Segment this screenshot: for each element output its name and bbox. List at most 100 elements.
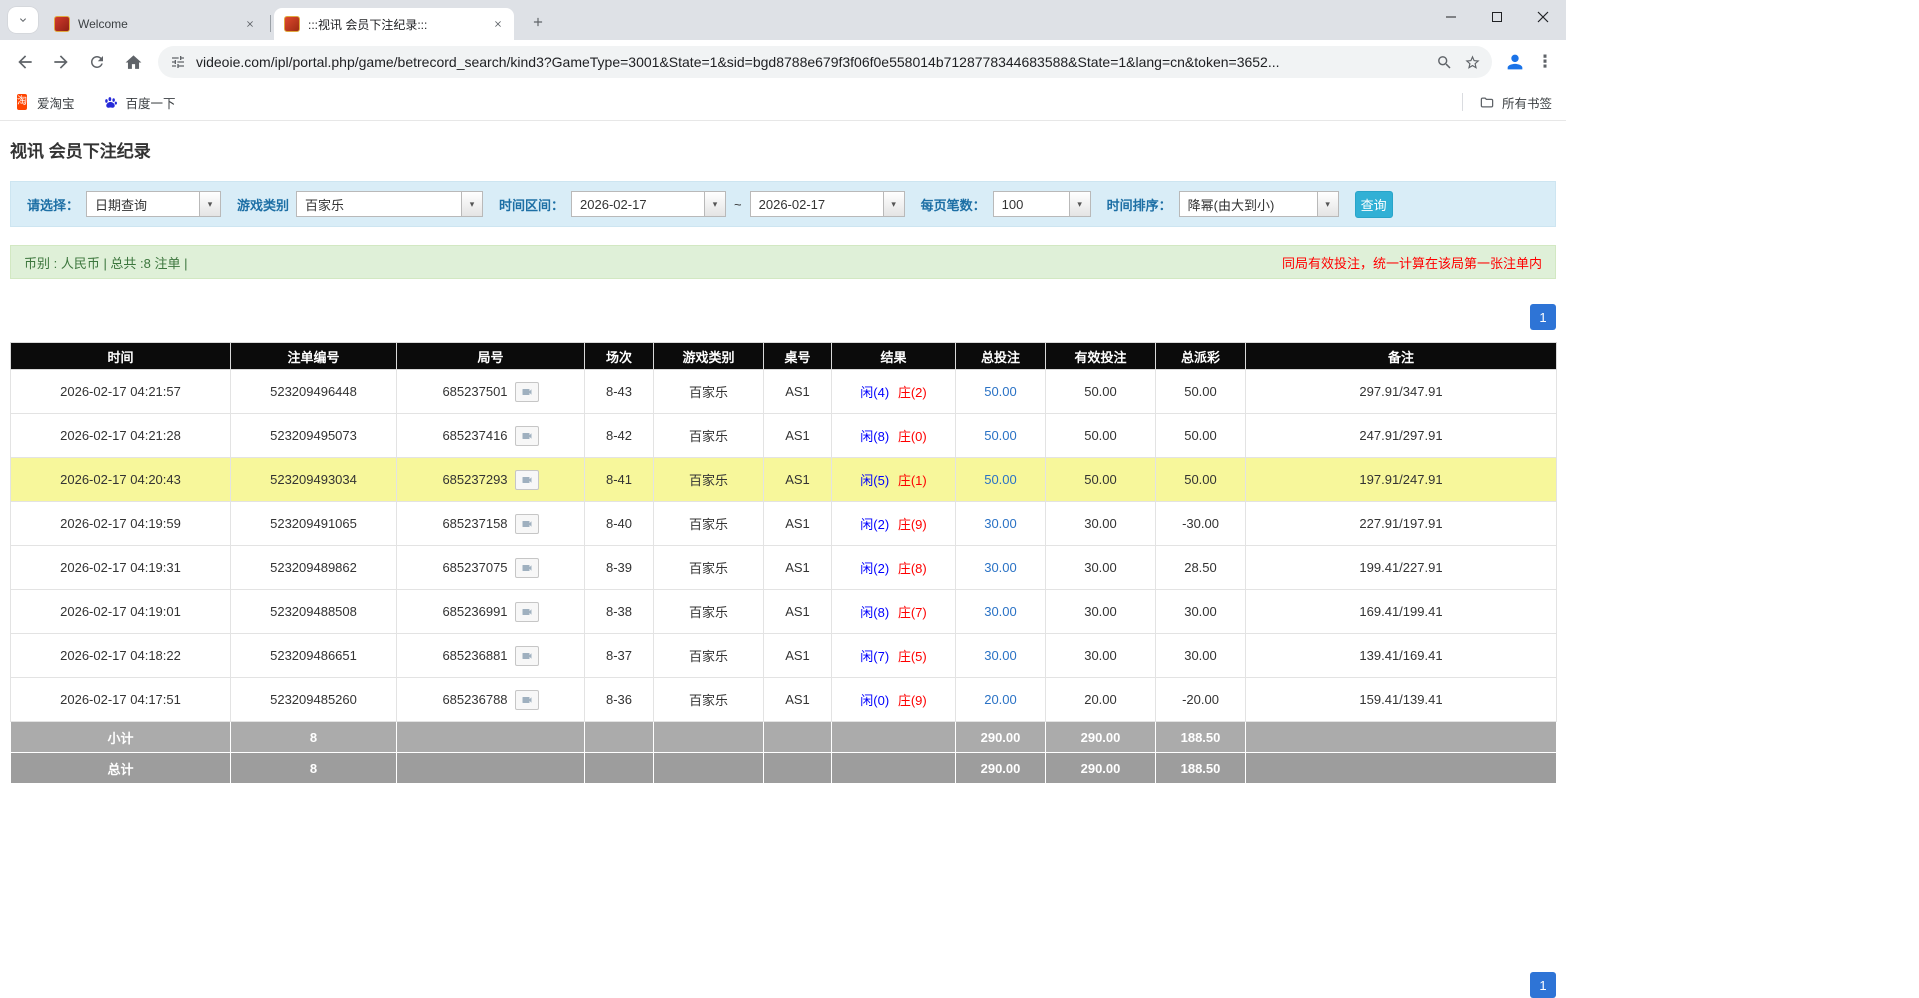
maximize-icon	[1491, 11, 1503, 23]
game-type-select[interactable]: 百家乐 ▾	[296, 191, 483, 217]
dropdown-button[interactable]: ▾	[704, 192, 725, 216]
video-replay-button[interactable]	[515, 514, 539, 534]
search-button[interactable]: 查询	[1355, 191, 1393, 218]
url-text[interactable]: videoie.com/ipl/portal.php/game/betrecor…	[196, 54, 1430, 70]
video-replay-button[interactable]	[515, 470, 539, 490]
dropdown-button[interactable]: ▾	[461, 192, 482, 216]
tab-welcome[interactable]: Welcome	[44, 8, 266, 40]
dropdown-button[interactable]: ▾	[883, 192, 904, 216]
cell-table-no: AS1	[764, 546, 832, 590]
pagination-page-1[interactable]: 1	[1530, 972, 1556, 998]
cell-time: 2026-02-17 04:21:28	[11, 414, 231, 458]
cell-total-bet: 20.00	[956, 678, 1046, 722]
caret-down-icon: ▾	[470, 199, 475, 210]
result-player: 闲(2)	[860, 517, 889, 532]
total-bet-link[interactable]: 50.00	[984, 472, 1017, 487]
result-banker: 庄(8)	[898, 561, 927, 576]
bookmark-star-button[interactable]	[1458, 48, 1486, 76]
total-bet-link[interactable]: 20.00	[984, 692, 1017, 707]
total-bet-link[interactable]: 30.00	[984, 648, 1017, 663]
back-icon	[15, 52, 35, 72]
video-replay-button[interactable]	[515, 690, 539, 710]
video-replay-button[interactable]	[515, 646, 539, 666]
tab-separator	[270, 15, 271, 32]
cell-table-no: AS1	[764, 502, 832, 546]
cell-bet-id: 523209486651	[231, 634, 397, 678]
total-bet-link[interactable]: 30.00	[984, 516, 1017, 531]
video-replay-button[interactable]	[515, 382, 539, 402]
cell-total-bet: 30.00	[956, 634, 1046, 678]
cell-result: 闲(2) 庄(9)	[832, 502, 956, 546]
total-bet-link[interactable]: 30.00	[984, 560, 1017, 575]
bookmark-label: 爱淘宝	[37, 93, 75, 112]
cell-time: 2026-02-17 04:19:59	[11, 502, 231, 546]
query-type-select[interactable]: 日期查询 ▾	[86, 191, 221, 217]
dropdown-button[interactable]: ▾	[199, 192, 220, 216]
cell-game-type: 百家乐	[654, 590, 764, 634]
home-icon	[124, 53, 143, 72]
dropdown-button[interactable]: ▾	[1069, 192, 1090, 216]
home-button[interactable]	[116, 45, 150, 79]
tab-close-icon[interactable]	[242, 16, 258, 32]
window-minimize-button[interactable]	[1428, 0, 1474, 34]
cell-table-no: AS1	[764, 678, 832, 722]
total-bet-link[interactable]: 30.00	[984, 604, 1017, 619]
table-row: 2026-02-17 04:20:43 523209493034 6852372…	[11, 458, 1557, 502]
person-icon	[1504, 51, 1526, 73]
cell-payout: 50.00	[1156, 458, 1246, 502]
profile-avatar[interactable]	[1500, 47, 1530, 77]
cell-session: 8-40	[585, 502, 654, 546]
bookmark-baidu[interactable]: 百度一下	[103, 93, 176, 112]
browser-menu-button[interactable]: ⋮	[1532, 47, 1558, 77]
window-maximize-button[interactable]	[1474, 0, 1520, 34]
cell-time: 2026-02-17 04:17:51	[11, 678, 231, 722]
tab-favicon	[284, 16, 300, 32]
cell-result: 闲(5) 庄(1)	[832, 458, 956, 502]
cell-round: 685237501	[397, 370, 585, 414]
currency-summary: 币别 : 人民币 | 总共 :8 注单 |	[24, 253, 188, 272]
pagination-page-1[interactable]: 1	[1530, 304, 1556, 330]
back-button[interactable]	[8, 45, 42, 79]
video-camera-icon	[520, 694, 534, 706]
col-header-result: 结果	[832, 343, 956, 370]
window-close-button[interactable]	[1520, 0, 1566, 34]
date-from-select[interactable]: 2026-02-17 ▾	[571, 191, 726, 217]
subtotal-label: 小计	[11, 722, 231, 753]
zoom-button[interactable]	[1430, 48, 1458, 76]
tab-close-icon[interactable]	[490, 16, 506, 32]
bookmark-taobao[interactable]: 淘 爱淘宝	[14, 93, 75, 112]
new-tab-button[interactable]	[526, 10, 550, 34]
page-size-select[interactable]: 100 ▾	[993, 191, 1091, 217]
round-number: 685237416	[442, 428, 507, 443]
all-bookmarks-label: 所有书签	[1502, 93, 1552, 112]
cell-table-no: AS1	[764, 414, 832, 458]
refresh-button[interactable]	[80, 45, 114, 79]
baidu-paw-icon	[103, 95, 118, 110]
sort-order-select[interactable]: 降幂(由大到小) ▾	[1179, 191, 1339, 217]
cell-remark: 297.91/347.91	[1246, 370, 1557, 414]
total-bet-link[interactable]: 50.00	[984, 428, 1017, 443]
kebab-icon: ⋮	[1537, 52, 1554, 72]
result-player: 闲(2)	[860, 561, 889, 576]
dropdown-button[interactable]: ▾	[1317, 192, 1338, 216]
tab-bet-record[interactable]: :::视讯 会员下注纪录:::	[274, 8, 514, 40]
tab-title: :::视讯 会员下注纪录:::	[308, 16, 484, 33]
cell-valid-bet: 30.00	[1046, 502, 1156, 546]
tab-search-button[interactable]	[8, 7, 38, 33]
all-bookmarks-button[interactable]: 所有书签	[1479, 93, 1552, 112]
address-bar[interactable]: videoie.com/ipl/portal.php/game/betrecor…	[158, 46, 1492, 78]
cell-valid-bet: 30.00	[1046, 634, 1156, 678]
forward-button[interactable]	[44, 45, 78, 79]
date-to-select[interactable]: 2026-02-17 ▾	[750, 191, 905, 217]
video-replay-button[interactable]	[515, 602, 539, 622]
video-replay-button[interactable]	[515, 426, 539, 446]
game-type-value: 百家乐	[297, 192, 461, 216]
total-bet-link[interactable]: 50.00	[984, 384, 1017, 399]
cell-round: 685236788	[397, 678, 585, 722]
site-settings-icon[interactable]	[170, 54, 186, 70]
cell-result: 闲(4) 庄(2)	[832, 370, 956, 414]
cell-bet-id: 523209493034	[231, 458, 397, 502]
cell-game-type: 百家乐	[654, 502, 764, 546]
video-replay-button[interactable]	[515, 558, 539, 578]
round-number: 685237501	[442, 384, 507, 399]
